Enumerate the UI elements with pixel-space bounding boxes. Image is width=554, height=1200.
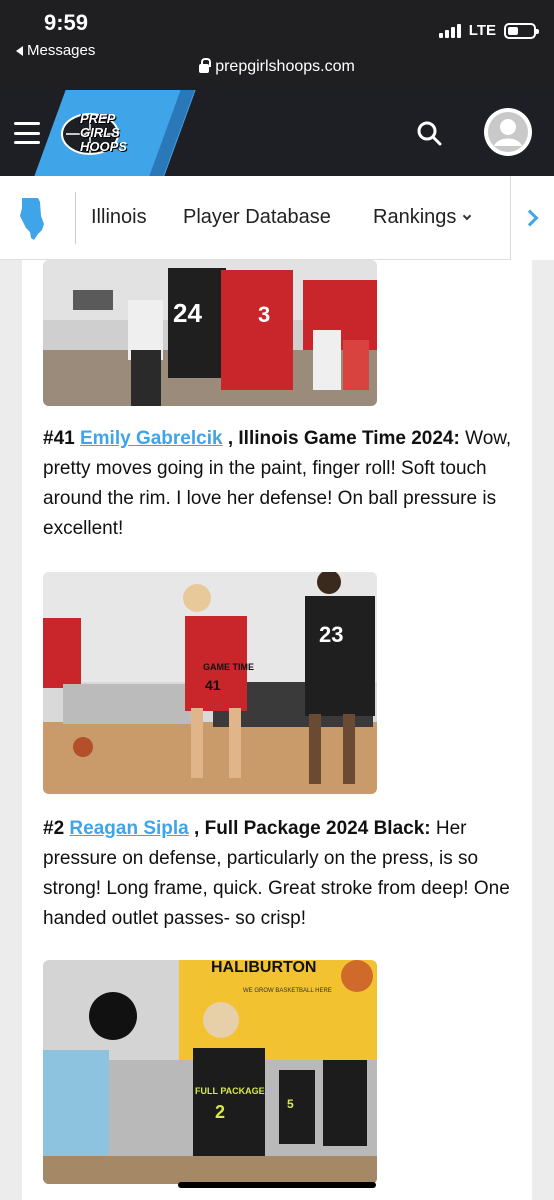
player-photo[interactable]: 24 3	[43, 260, 377, 406]
home-indicator[interactable]	[178, 1182, 376, 1188]
battery-icon	[504, 22, 539, 39]
logo-text[interactable]: PREP GIRLS HOOPS	[80, 112, 127, 154]
jersey-number: 23	[319, 622, 343, 647]
nav-item-illinois[interactable]: Illinois	[91, 206, 147, 229]
player-entry: #41 Emily Gabrelcik , Illinois Game Time…	[43, 424, 513, 544]
player-number: #2	[43, 818, 65, 839]
nav-item-player-database[interactable]: Player Database	[183, 206, 331, 229]
user-avatar[interactable]	[484, 108, 532, 156]
player-entry: #2 Reagan Sipla , Full Package 2024 Blac…	[43, 814, 513, 934]
nav-item-rankings[interactable]: Rankings	[373, 206, 472, 229]
jersey-number: 41	[205, 677, 221, 693]
logo-line: PREP	[80, 111, 116, 126]
status-bar: 9:59 Messages LTE prepgirlshoops.com	[0, 0, 554, 90]
back-to-messages[interactable]: Messages	[16, 42, 95, 59]
jersey-number: 5	[287, 1097, 294, 1111]
url-text: prepgirlshoops.com	[215, 58, 355, 75]
nav-scroll-right[interactable]	[510, 176, 554, 260]
network-label: LTE	[468, 22, 496, 39]
player-link-reagan-sipla[interactable]: Reagan Sipla	[69, 818, 188, 839]
jersey-team-text: GAME TIME	[203, 662, 254, 672]
section-nav: Illinois Player Database Rankings	[0, 176, 554, 260]
chevron-down-icon	[463, 211, 472, 221]
user-silhouette-icon	[488, 112, 528, 152]
status-indicators: LTE	[438, 22, 539, 39]
illinois-state-icon[interactable]	[18, 196, 46, 242]
player-photo[interactable]: HALIBURTON WE GROW BASKETBALL HERE FULL …	[43, 960, 377, 1184]
jersey-number: 2	[215, 1102, 225, 1122]
player-link-emily-gabrelcik[interactable]: Emily Gabrelcik	[80, 428, 223, 449]
team-name: , Illinois Game Time 2024:	[227, 428, 460, 449]
jersey-number: 24	[173, 298, 202, 328]
jersey-text: FULL PACKAGE	[195, 1086, 265, 1096]
url-bar[interactable]: prepgirlshoops.com	[0, 58, 554, 76]
back-label: Messages	[27, 42, 96, 59]
logo-line: HOOPS	[80, 139, 127, 154]
site-header: PREP GIRLS HOOPS	[0, 90, 554, 176]
back-arrow-icon	[16, 45, 23, 56]
banner-text: HALIBURTON	[211, 960, 316, 976]
team-name: , Full Package 2024 Black:	[194, 818, 431, 839]
clock: 9:59	[44, 10, 89, 35]
lock-icon	[199, 58, 212, 73]
nav-item-rankings-label: Rankings	[373, 206, 457, 228]
player-photo[interactable]: GAME TIME 41 23	[43, 572, 377, 794]
search-icon[interactable]	[416, 120, 442, 146]
menu-icon[interactable]	[14, 122, 40, 144]
jersey-number: 3	[258, 302, 270, 327]
player-number: #41	[43, 428, 75, 449]
banner-subtext: WE GROW BASKETBALL HERE	[243, 988, 332, 994]
nav-divider	[75, 192, 76, 244]
article-body: 24 3 #41 Emily Gabrelcik , Illinois Game…	[22, 260, 532, 1200]
signal-icon	[438, 23, 461, 38]
chevron-right-icon	[521, 209, 538, 227]
logo-line: GIRLS	[80, 125, 120, 140]
